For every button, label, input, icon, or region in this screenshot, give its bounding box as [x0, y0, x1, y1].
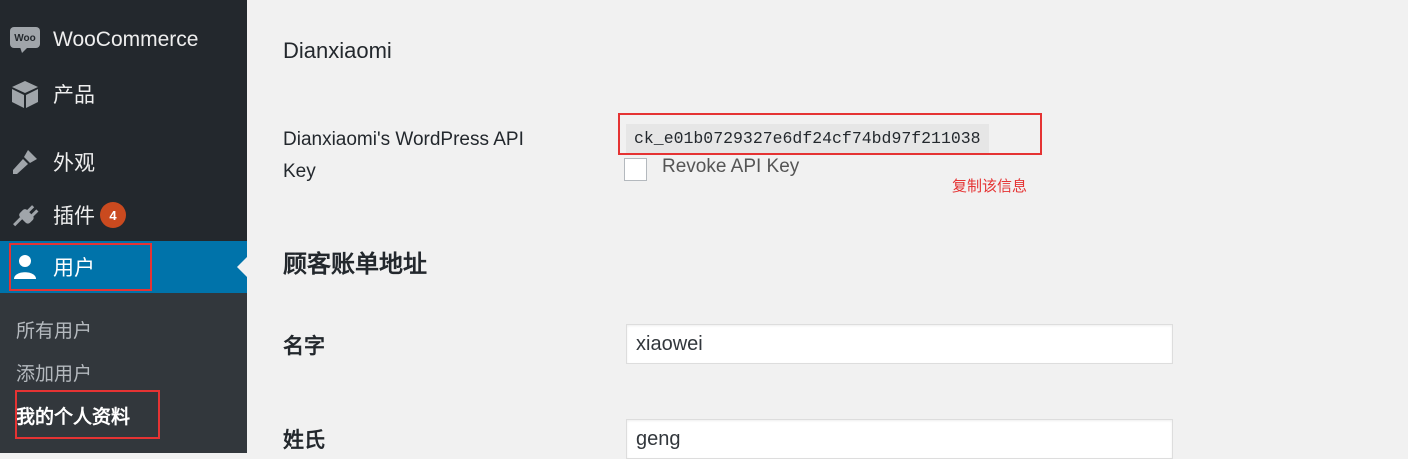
- sidebar-item-woocommerce[interactable]: Woo WooCommerce: [0, 14, 247, 66]
- api-key-label-line2: Key: [283, 161, 316, 182]
- api-key-label: Dianxiaomi's WordPress API Key: [283, 124, 524, 188]
- last-name-input[interactable]: [626, 419, 1173, 459]
- update-count-badge: 4: [100, 202, 126, 228]
- highlight-box-api-key: [618, 113, 1042, 155]
- revoke-api-key-label[interactable]: Revoke API Key: [662, 156, 799, 178]
- sidebar-item-plugins[interactable]: 插件 4: [0, 189, 247, 241]
- highlight-box-my-profile: [15, 390, 160, 439]
- billing-section-title: 顾客账单地址: [283, 251, 427, 278]
- revoke-api-key-checkbox[interactable]: [624, 158, 647, 181]
- plugin-icon: [10, 200, 40, 230]
- box-icon: [10, 79, 40, 109]
- submenu-add-user[interactable]: 添加用户: [16, 359, 92, 386]
- highlight-box-users: [9, 243, 152, 291]
- first-name-input[interactable]: [626, 324, 1173, 364]
- submenu-all-users[interactable]: 所有用户: [16, 316, 92, 343]
- last-name-label: 姓氏: [283, 429, 325, 452]
- sidebar-item-label: 外观: [53, 152, 95, 175]
- paintbrush-icon: [10, 147, 40, 177]
- sidebar-item-appearance[interactable]: 外观: [0, 136, 247, 188]
- admin-sidebar: Woo WooCommerce 产品 外观 插件 4 用户 所有用户 添加用户 …: [0, 0, 247, 453]
- active-indicator-arrow: [237, 257, 247, 277]
- first-name-label: 名字: [283, 335, 325, 358]
- api-key-label-line1: Dianxiaomi's WordPress API: [283, 129, 524, 150]
- sidebar-item-label: 产品: [53, 84, 95, 107]
- dianxiaomi-section-title: Dianxiaomi: [283, 38, 392, 63]
- woo-icon: Woo: [10, 25, 40, 55]
- woo-logo-text: Woo: [14, 33, 35, 44]
- sidebar-item-label: 插件: [53, 205, 95, 228]
- sidebar-item-products[interactable]: 产品: [0, 68, 247, 120]
- annotation-copy-info: 复制该信息: [952, 178, 1028, 195]
- sidebar-item-label: WooCommerce: [53, 28, 199, 51]
